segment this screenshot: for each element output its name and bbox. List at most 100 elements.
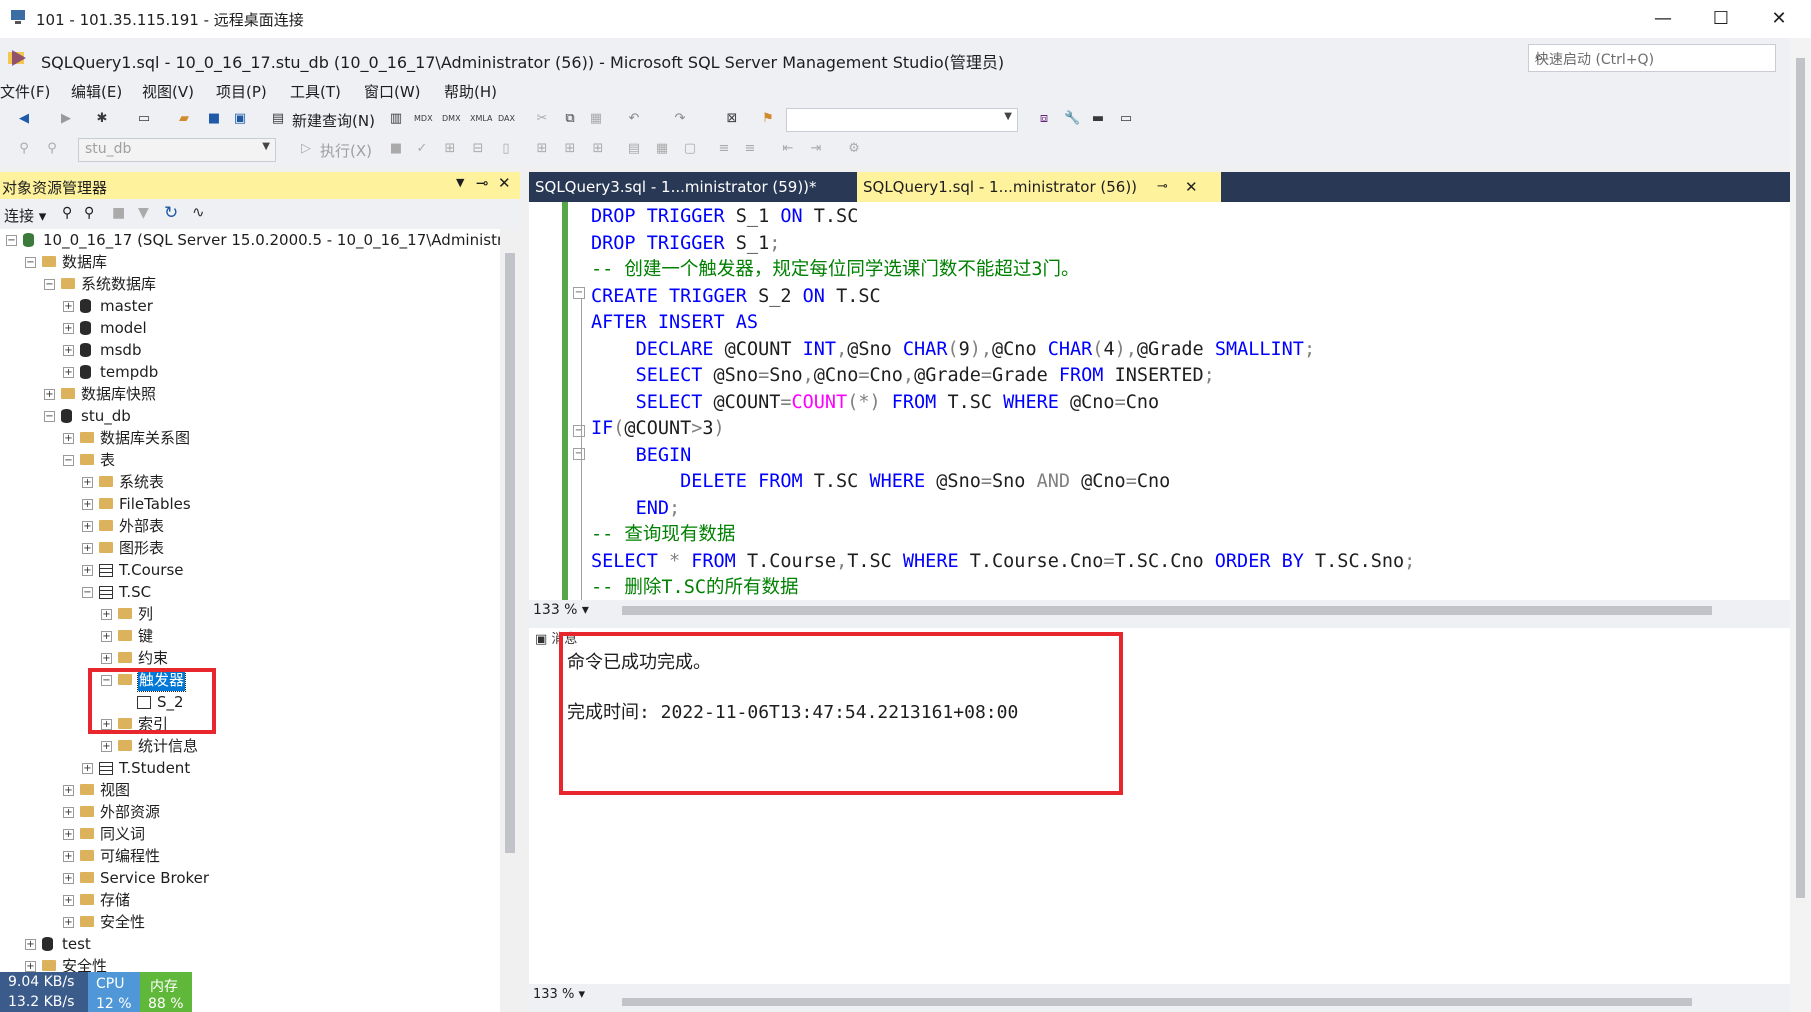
menu-window[interactable]: 窗口(W) bbox=[364, 81, 421, 102]
tree-node[interactable]: + 同义词 bbox=[0, 823, 500, 845]
tree-node[interactable]: + T.Student bbox=[0, 757, 500, 779]
collapse-icon[interactable]: − bbox=[25, 257, 36, 268]
tree-node[interactable]: + 数据库快照 bbox=[0, 383, 500, 405]
collapse-icon[interactable]: − bbox=[82, 587, 93, 598]
tree-node[interactable]: + test bbox=[0, 933, 500, 955]
tree-node[interactable]: − 表 bbox=[0, 449, 500, 471]
menu-help[interactable]: 帮助(H) bbox=[444, 81, 497, 102]
intellisense-icon[interactable]: ▯ bbox=[498, 141, 514, 157]
tab-sqlquery1[interactable]: SQLQuery1.sql - 1...ministrator (56)) ⊸ … bbox=[857, 172, 1221, 202]
remote-window-scrollbar[interactable] bbox=[1790, 38, 1811, 1012]
expand-icon[interactable]: + bbox=[82, 565, 93, 576]
expand-icon[interactable]: + bbox=[101, 609, 112, 620]
expand-icon[interactable]: + bbox=[63, 345, 74, 356]
available-databases-select[interactable]: stu_db ▼ bbox=[78, 138, 276, 162]
stop-icon[interactable]: ■ bbox=[112, 205, 125, 221]
tab-close-icon[interactable]: ✕ bbox=[1185, 172, 1198, 202]
expand-icon[interactable]: + bbox=[82, 521, 93, 532]
collapse-icon[interactable]: − bbox=[44, 279, 55, 290]
fold-marker-icon[interactable]: − bbox=[573, 448, 585, 460]
results-grid-icon[interactable]: ▦ bbox=[654, 141, 670, 157]
uncomment-icon[interactable]: ≡ bbox=[742, 141, 758, 157]
open-folder-icon[interactable]: ▰ bbox=[176, 111, 192, 127]
maximize-button[interactable]: ☐ bbox=[1692, 0, 1750, 38]
execute-icon[interactable]: ▷ bbox=[298, 141, 314, 157]
wrench-icon[interactable]: 🔧 bbox=[1064, 111, 1080, 127]
new-query-button[interactable]: 新建查询(N) bbox=[292, 110, 375, 131]
find-in-files-icon[interactable]: ⚑ bbox=[760, 111, 776, 127]
window-layout-icon[interactable]: ▭ bbox=[1118, 111, 1134, 127]
dax-query-icon[interactable]: DAX bbox=[498, 111, 515, 127]
tree-node[interactable]: + msdb bbox=[0, 339, 500, 361]
expand-icon[interactable]: + bbox=[63, 323, 74, 334]
tree-node[interactable]: − 系统数据库 bbox=[0, 273, 500, 295]
expand-icon[interactable]: + bbox=[63, 895, 74, 906]
tree-node[interactable]: − 触发器 bbox=[0, 668, 500, 692]
tab-sqlquery3[interactable]: SQLQuery3.sql - 1...ministrator (59))* bbox=[529, 172, 853, 202]
new-query-icon[interactable]: ▤ bbox=[270, 111, 286, 127]
tree-node[interactable]: + 外部表 bbox=[0, 515, 500, 537]
horizontal-scrollbar[interactable] bbox=[622, 606, 1712, 615]
tree-node[interactable]: + 外部资源 bbox=[0, 801, 500, 823]
menu-view[interactable]: 视图(V) bbox=[142, 81, 194, 102]
results-text-icon[interactable]: ▤ bbox=[626, 141, 642, 157]
horizontal-scrollbar[interactable] bbox=[622, 998, 1692, 1006]
expand-icon[interactable]: + bbox=[82, 477, 93, 488]
tree-node[interactable]: + 约束 bbox=[0, 647, 500, 669]
expand-icon[interactable]: + bbox=[63, 807, 74, 818]
query-editor[interactable]: DROP TRIGGER S_1 ON T.SC DROP TRIGGER S_1… bbox=[529, 202, 1790, 600]
menu-project[interactable]: 项目(P) bbox=[216, 81, 267, 102]
decrease-indent-icon[interactable]: ⇤ bbox=[780, 141, 796, 157]
scrollbar-thumb[interactable] bbox=[505, 253, 515, 853]
disconnect-icon[interactable]: ⚲ bbox=[44, 141, 60, 157]
tree-node[interactable]: + 视图 bbox=[0, 779, 500, 801]
collapse-icon[interactable]: − bbox=[44, 411, 55, 422]
xmla-query-icon[interactable]: XMLA bbox=[470, 111, 493, 127]
connect-icon[interactable]: ⚲ bbox=[16, 141, 32, 157]
find-combo[interactable]: ▼ bbox=[786, 108, 1018, 132]
pin-icon[interactable]: ⊸ bbox=[1157, 172, 1168, 202]
results-zoom[interactable]: 133 % ▾ bbox=[533, 987, 585, 1002]
pin-icon[interactable]: ⊸ bbox=[476, 174, 489, 192]
minimize-button[interactable]: — bbox=[1634, 0, 1692, 38]
new-project-icon[interactable]: ✱ bbox=[94, 111, 110, 127]
parse-icon[interactable]: ✓ bbox=[414, 141, 430, 157]
new-file-icon[interactable]: ▭ bbox=[136, 111, 152, 127]
paste-icon[interactable]: ▦ bbox=[588, 111, 604, 127]
quick-launch-input[interactable]: 快速启动 (Ctrl+Q) ⌕ bbox=[1528, 44, 1776, 72]
vs-icon[interactable]: ⧈ bbox=[1036, 111, 1052, 127]
tree-node[interactable]: S_2 bbox=[0, 691, 500, 713]
zoom-select[interactable]: 133 % ▾ bbox=[533, 602, 589, 618]
expand-icon[interactable]: + bbox=[101, 741, 112, 752]
expand-icon[interactable]: + bbox=[63, 829, 74, 840]
connect-button[interactable]: 连接 ▾ bbox=[4, 205, 46, 226]
cut-icon[interactable]: ✂ bbox=[534, 111, 550, 127]
expand-icon[interactable]: + bbox=[63, 851, 74, 862]
toolbox-icon[interactable]: ▬ bbox=[1090, 111, 1106, 127]
database-engine-query-icon[interactable]: ▥ bbox=[388, 111, 404, 127]
tree-node[interactable]: + 安全性 bbox=[0, 911, 500, 933]
results-file-icon[interactable]: ▢ bbox=[682, 141, 698, 157]
expand-icon[interactable]: + bbox=[63, 785, 74, 796]
expand-icon[interactable]: + bbox=[25, 961, 36, 972]
tree-node[interactable]: − T.SC bbox=[0, 581, 500, 603]
expand-icon[interactable]: + bbox=[25, 939, 36, 950]
solution-explorer-icon[interactable]: ⊠ bbox=[724, 111, 740, 127]
tree-node[interactable]: + 可编程性 bbox=[0, 845, 500, 867]
increase-indent-icon[interactable]: ⇥ bbox=[808, 141, 824, 157]
expand-icon[interactable]: + bbox=[82, 543, 93, 554]
dmx-query-icon[interactable]: DMX bbox=[442, 111, 461, 127]
collapse-icon[interactable]: − bbox=[6, 235, 17, 246]
tree-node[interactable]: + 索引 bbox=[0, 713, 500, 735]
menu-tools[interactable]: 工具(T) bbox=[290, 81, 341, 102]
activity-monitor-icon[interactable]: ∿ bbox=[192, 203, 205, 221]
expand-icon[interactable]: + bbox=[63, 917, 74, 928]
tree-node[interactable]: + T.Course bbox=[0, 559, 500, 581]
expand-icon[interactable]: + bbox=[63, 873, 74, 884]
tree-node[interactable]: + 存储 bbox=[0, 889, 500, 911]
expand-icon[interactable]: + bbox=[63, 367, 74, 378]
tree-node[interactable]: + model bbox=[0, 317, 500, 339]
menu-file[interactable]: 文件(F) bbox=[0, 81, 50, 102]
save-icon[interactable]: ■ bbox=[206, 111, 222, 127]
tree-node[interactable]: + 数据库关系图 bbox=[0, 427, 500, 449]
